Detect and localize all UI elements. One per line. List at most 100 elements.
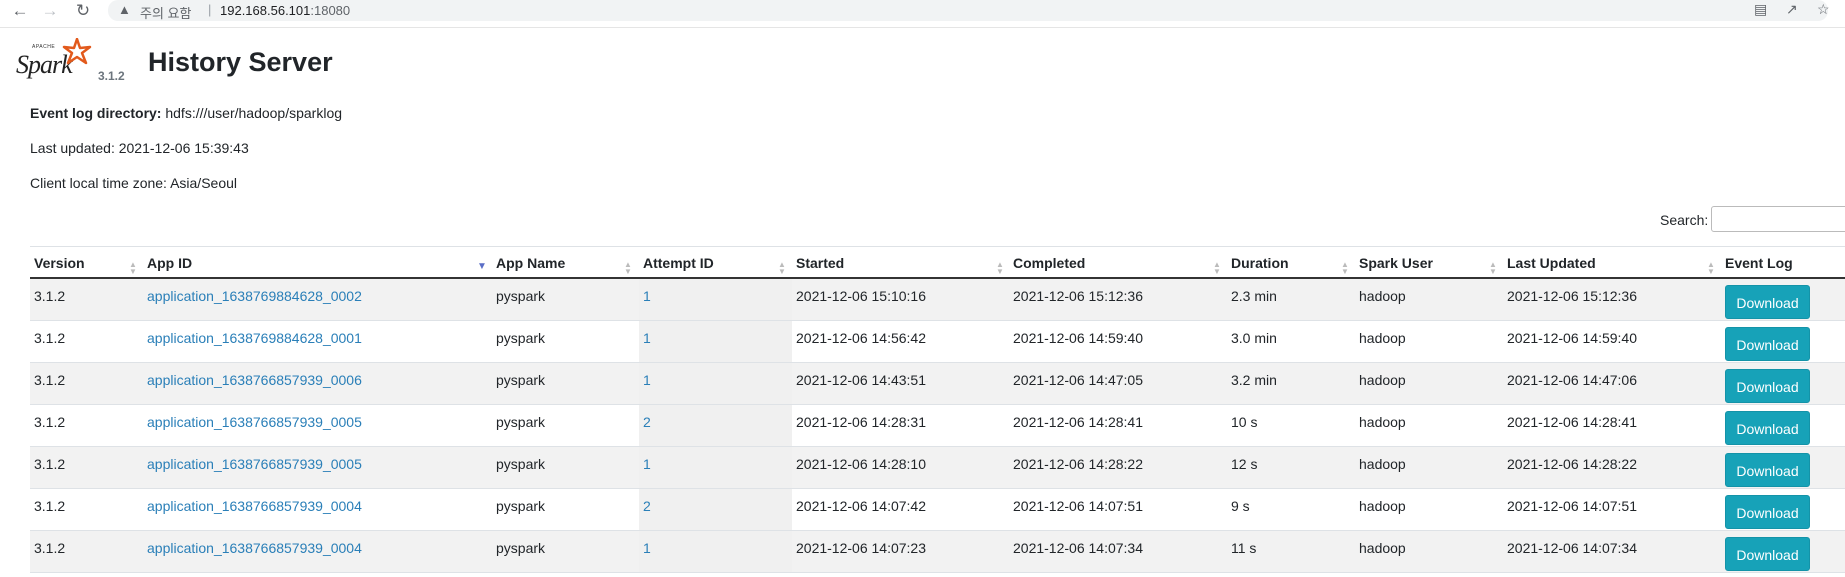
download-button[interactable]: Download — [1725, 285, 1810, 319]
cell-attempt-link[interactable]: 2 — [643, 498, 651, 514]
search-input[interactable] — [1711, 206, 1845, 232]
cell-attempt-link[interactable]: 1 — [643, 330, 651, 346]
col-duration[interactable]: Duration — [1231, 255, 1289, 271]
sort-icon[interactable]: ▲ ▼ — [1341, 261, 1349, 276]
reload-icon[interactable]: ↻ — [73, 1, 93, 21]
url-separator: | — [208, 2, 212, 17]
cell-app-name: pyspark — [496, 330, 546, 346]
cell-duration: 12 s — [1231, 456, 1258, 472]
download-button[interactable]: Download — [1725, 327, 1810, 361]
download-button[interactable]: Download — [1725, 453, 1810, 487]
cell-completed: 2021-12-06 14:47:05 — [1013, 372, 1143, 388]
cell-duration: 10 s — [1231, 414, 1258, 430]
col-app-id[interactable]: App ID — [147, 255, 192, 271]
cell-spark-user: hadoop — [1359, 288, 1406, 304]
cell-spark-user: hadoop — [1359, 498, 1406, 514]
url-host: 192.168.56.101 — [220, 3, 311, 18]
cell-started: 2021-12-06 15:10:16 — [796, 288, 926, 304]
cell-started: 2021-12-06 14:07:23 — [796, 540, 926, 556]
sorted-column-highlight — [639, 405, 792, 446]
sort-icon[interactable]: ▲ ▼ — [996, 261, 1004, 276]
col-completed[interactable]: Completed — [1013, 255, 1085, 271]
cell-completed: 2021-12-06 14:28:41 — [1013, 414, 1143, 430]
cell-app-id-link[interactable]: application_1638766857939_0005 — [147, 456, 362, 472]
event-log-value: hdfs:///user/hadoop/sparklog — [165, 105, 343, 121]
download-button[interactable]: Download — [1725, 495, 1810, 529]
cell-started: 2021-12-06 14:07:42 — [796, 498, 926, 514]
download-button[interactable]: Download — [1725, 537, 1810, 571]
cell-version: 3.1.2 — [34, 456, 66, 472]
cell-last-updated: 2021-12-06 14:07:34 — [1507, 540, 1637, 556]
url-text[interactable]: 192.168.56.101:18080 — [220, 3, 350, 18]
cell-attempt-link[interactable]: 1 — [643, 288, 651, 304]
cell-duration: 3.0 min — [1231, 330, 1277, 346]
sort-icon[interactable]: ▲ ▼ — [778, 261, 786, 276]
sort-desc-icon[interactable]: ▼ — [477, 262, 487, 272]
sort-icon[interactable]: ▲ ▼ — [624, 261, 632, 276]
sort-icon[interactable]: ▲ ▼ — [1489, 261, 1497, 276]
cell-last-updated: 2021-12-06 14:28:22 — [1507, 456, 1637, 472]
spark-star-icon — [62, 38, 92, 65]
cell-app-name: pyspark — [496, 540, 546, 556]
sorted-column-highlight — [639, 321, 792, 362]
cell-app-name: pyspark — [496, 372, 546, 388]
warning-icon[interactable]: ▲ — [118, 2, 131, 17]
cell-last-updated: 2021-12-06 14:47:06 — [1507, 372, 1637, 388]
event-log-label: Event log directory: — [30, 105, 162, 121]
cell-spark-user: hadoop — [1359, 330, 1406, 346]
cell-completed: 2021-12-06 14:59:40 — [1013, 330, 1143, 346]
table-row: 3.1.2 application_1638769884628_0001 pyspa… — [30, 321, 1845, 363]
sort-icon[interactable]: ▲ ▼ — [1213, 261, 1221, 276]
address-bar[interactable]: ▲ 주의 요함 | 192.168.56.101:18080 — [108, 0, 1828, 21]
cell-app-id-link[interactable]: application_1638766857939_0004 — [147, 540, 362, 556]
bookmark-star-icon[interactable]: ☆ — [1817, 1, 1830, 18]
timezone-info: Client local time zone: Asia/Seoul — [30, 175, 237, 191]
cell-attempt-link[interactable]: 1 — [643, 540, 651, 556]
col-attempt-id[interactable]: Attempt ID — [643, 255, 714, 271]
security-warning[interactable]: 주의 요함 — [140, 3, 191, 22]
cell-last-updated: 2021-12-06 15:12:36 — [1507, 288, 1637, 304]
translate-icon[interactable]: ▤ — [1754, 1, 1767, 18]
cell-duration: 11 s — [1231, 540, 1257, 556]
cell-last-updated: 2021-12-06 14:28:41 — [1507, 414, 1637, 430]
table-body: 3.1.2 application_1638769884628_0002pyspa… — [30, 279, 1845, 573]
share-icon[interactable]: ↗ — [1786, 1, 1798, 18]
col-started[interactable]: Started — [796, 255, 844, 271]
sorted-column-highlight — [639, 447, 792, 488]
table-row: 3.1.2 application_1638766857939_0005 pyspa… — [30, 405, 1845, 447]
table-header: Version ▲ ▼ App ID ▼ App Name ▲ ▼ Attempt … — [30, 246, 1845, 279]
spark-logo[interactable]: APACHE Spark — [14, 38, 94, 82]
spark-version: 3.1.2 — [98, 69, 125, 83]
cell-attempt-link[interactable]: 2 — [643, 414, 651, 430]
forward-icon[interactable]: → — [40, 1, 60, 21]
col-spark-user[interactable]: Spark User — [1359, 255, 1433, 271]
back-icon[interactable]: ← — [10, 1, 30, 21]
download-button[interactable]: Download — [1725, 369, 1810, 403]
cell-app-id-link[interactable]: application_1638766857939_0004 — [147, 498, 362, 514]
cell-app-name: pyspark — [496, 498, 546, 514]
cell-started: 2021-12-06 14:56:42 — [796, 330, 926, 346]
cell-attempt-link[interactable]: 1 — [643, 456, 651, 472]
cell-version: 3.1.2 — [34, 498, 66, 514]
sorted-column-highlight — [639, 363, 792, 404]
col-version[interactable]: Version — [34, 255, 85, 271]
download-button[interactable]: Download — [1725, 411, 1810, 445]
cell-completed: 2021-12-06 14:28:22 — [1013, 456, 1143, 472]
cell-duration: 9 s — [1231, 498, 1250, 514]
cell-started: 2021-12-06 14:43:51 — [796, 372, 926, 388]
cell-app-id-link[interactable]: application_1638766857939_0006 — [147, 372, 362, 388]
cell-app-id-link[interactable]: application_1638769884628_0002 — [147, 288, 362, 304]
cell-last-updated: 2021-12-06 14:07:51 — [1507, 498, 1637, 514]
sort-icon[interactable]: ▲ ▼ — [1707, 261, 1715, 276]
col-app-name[interactable]: App Name — [496, 255, 565, 271]
cell-attempt-link[interactable]: 1 — [643, 372, 651, 388]
sorted-column-highlight — [639, 279, 792, 320]
cell-completed: 2021-12-06 14:07:34 — [1013, 540, 1143, 556]
cell-app-id-link[interactable]: application_1638769884628_0001 — [147, 330, 362, 346]
cell-spark-user: hadoop — [1359, 414, 1406, 430]
search-label: Search: — [1660, 212, 1709, 228]
col-last-updated[interactable]: Last Updated — [1507, 255, 1596, 271]
page-title: History Server — [148, 47, 333, 77]
cell-app-id-link[interactable]: application_1638766857939_0005 — [147, 414, 362, 430]
sort-icon[interactable]: ▲ ▼ — [129, 261, 137, 276]
